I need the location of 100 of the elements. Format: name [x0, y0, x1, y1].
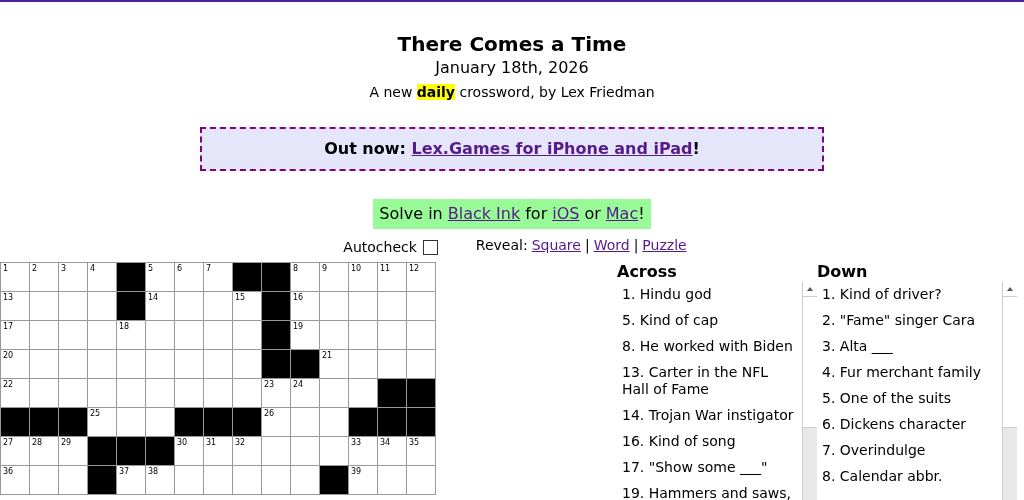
grid-square[interactable]: 8 — [291, 263, 319, 291]
grid-square[interactable] — [204, 292, 232, 320]
grid-square[interactable]: 22 — [1, 379, 29, 407]
grid-square[interactable]: 30 — [175, 437, 203, 465]
clue-item[interactable]: 2. "Fame" singer Cara — [817, 308, 1002, 333]
grid-square[interactable]: 18 — [117, 321, 145, 349]
autocheck-checkbox[interactable] — [422, 239, 438, 255]
grid-square[interactable] — [175, 350, 203, 378]
grid-square[interactable]: 3 — [59, 263, 87, 291]
grid-square[interactable]: 28 — [30, 437, 58, 465]
grid-square[interactable] — [175, 379, 203, 407]
grid-square[interactable] — [291, 466, 319, 494]
grid-square[interactable] — [59, 321, 87, 349]
grid-square[interactable] — [88, 350, 116, 378]
grid-square[interactable]: 4 — [88, 263, 116, 291]
clue-item[interactable]: 8. Calendar abbr. — [817, 464, 1002, 489]
grid-square[interactable] — [291, 437, 319, 465]
grid-square[interactable]: 12 — [407, 263, 435, 291]
grid-square[interactable] — [233, 321, 261, 349]
grid-square[interactable] — [291, 408, 319, 436]
grid-square[interactable] — [59, 350, 87, 378]
grid-square[interactable] — [204, 350, 232, 378]
grid-square[interactable]: 7 — [204, 263, 232, 291]
grid-square[interactable]: 9 — [320, 263, 348, 291]
grid-square[interactable]: 1 — [1, 263, 29, 291]
grid-square[interactable] — [59, 292, 87, 320]
clue-item[interactable]: 3. Alta ___ — [817, 334, 1002, 359]
grid-square[interactable]: 11 — [378, 263, 406, 291]
grid-square[interactable]: 29 — [59, 437, 87, 465]
clue-item[interactable]: 1. Kind of driver? — [817, 282, 1002, 307]
grid-square[interactable] — [30, 350, 58, 378]
grid-square[interactable] — [378, 466, 406, 494]
grid-square[interactable]: 17 — [1, 321, 29, 349]
reveal-link[interactable]: Puzzle — [642, 237, 687, 257]
grid-square[interactable] — [349, 321, 377, 349]
grid-square[interactable]: 37 — [117, 466, 145, 494]
grid-square[interactable] — [204, 321, 232, 349]
grid-square[interactable] — [117, 379, 145, 407]
clue-item[interactable]: 5. One of the suits — [817, 386, 1002, 411]
clue-item[interactable]: 17. "Show some ___" — [617, 455, 802, 480]
scroll-thumb[interactable] — [1003, 297, 1017, 428]
grid-square[interactable] — [349, 292, 377, 320]
grid-square[interactable] — [204, 466, 232, 494]
grid-square[interactable]: 24 — [291, 379, 319, 407]
scroll-thumb[interactable] — [803, 297, 817, 428]
grid-square[interactable] — [175, 292, 203, 320]
grid-square[interactable] — [30, 379, 58, 407]
clue-item[interactable]: 13. Carter in the NFL Hall of Fame — [617, 360, 802, 402]
reveal-link[interactable]: Word — [593, 237, 630, 257]
grid-square[interactable] — [233, 379, 261, 407]
grid-square[interactable]: 5 — [146, 263, 174, 291]
grid-square[interactable] — [407, 292, 435, 320]
grid-square[interactable] — [407, 321, 435, 349]
grid-square[interactable]: 32 — [233, 437, 261, 465]
grid-square[interactable] — [378, 292, 406, 320]
grid-square[interactable] — [407, 350, 435, 378]
grid-square[interactable] — [320, 437, 348, 465]
clue-item[interactable]: 4. Fur merchant family — [817, 360, 1002, 385]
grid-square[interactable]: 34 — [378, 437, 406, 465]
grid-square[interactable]: 19 — [291, 321, 319, 349]
grid-square[interactable]: 10 — [349, 263, 377, 291]
clue-item[interactable]: 6. Dickens character — [817, 412, 1002, 437]
grid-square[interactable] — [233, 466, 261, 494]
grid-square[interactable]: 14 — [146, 292, 174, 320]
grid-square[interactable] — [233, 350, 261, 378]
app-link[interactable]: Lex.Games for iPhone and iPad — [411, 139, 693, 158]
grid-square[interactable] — [262, 466, 290, 494]
grid-square[interactable] — [30, 321, 58, 349]
grid-square[interactable] — [378, 350, 406, 378]
grid-square[interactable]: 35 — [407, 437, 435, 465]
grid-square[interactable] — [117, 350, 145, 378]
grid-square[interactable]: 6 — [175, 263, 203, 291]
grid-square[interactable] — [407, 466, 435, 494]
clue-item[interactable]: 7. Overindulge — [817, 438, 1002, 463]
grid-square[interactable] — [146, 350, 174, 378]
clue-item[interactable]: 19. Hammers and saws, — [617, 481, 802, 500]
grid-square[interactable] — [30, 292, 58, 320]
grid-square[interactable] — [59, 466, 87, 494]
grid-square[interactable] — [146, 321, 174, 349]
grid-square[interactable] — [320, 408, 348, 436]
grid-square[interactable]: 39 — [349, 466, 377, 494]
grid-square[interactable]: 25 — [88, 408, 116, 436]
grid-square[interactable] — [117, 408, 145, 436]
grid-square[interactable] — [88, 321, 116, 349]
grid-square[interactable] — [146, 408, 174, 436]
grid-square[interactable]: 23 — [262, 379, 290, 407]
grid-square[interactable] — [349, 379, 377, 407]
grid-square[interactable] — [175, 466, 203, 494]
grid-square[interactable]: 26 — [262, 408, 290, 436]
grid-square[interactable]: 13 — [1, 292, 29, 320]
grid-square[interactable] — [30, 466, 58, 494]
grid-square[interactable] — [59, 379, 87, 407]
grid-square[interactable]: 36 — [1, 466, 29, 494]
grid-square[interactable]: 21 — [320, 350, 348, 378]
grid-square[interactable]: 38 — [146, 466, 174, 494]
grid-square[interactable] — [204, 379, 232, 407]
reveal-link[interactable]: Square — [531, 237, 581, 257]
grid-square[interactable] — [88, 379, 116, 407]
grid-square[interactable]: 2 — [30, 263, 58, 291]
grid-square[interactable] — [262, 437, 290, 465]
